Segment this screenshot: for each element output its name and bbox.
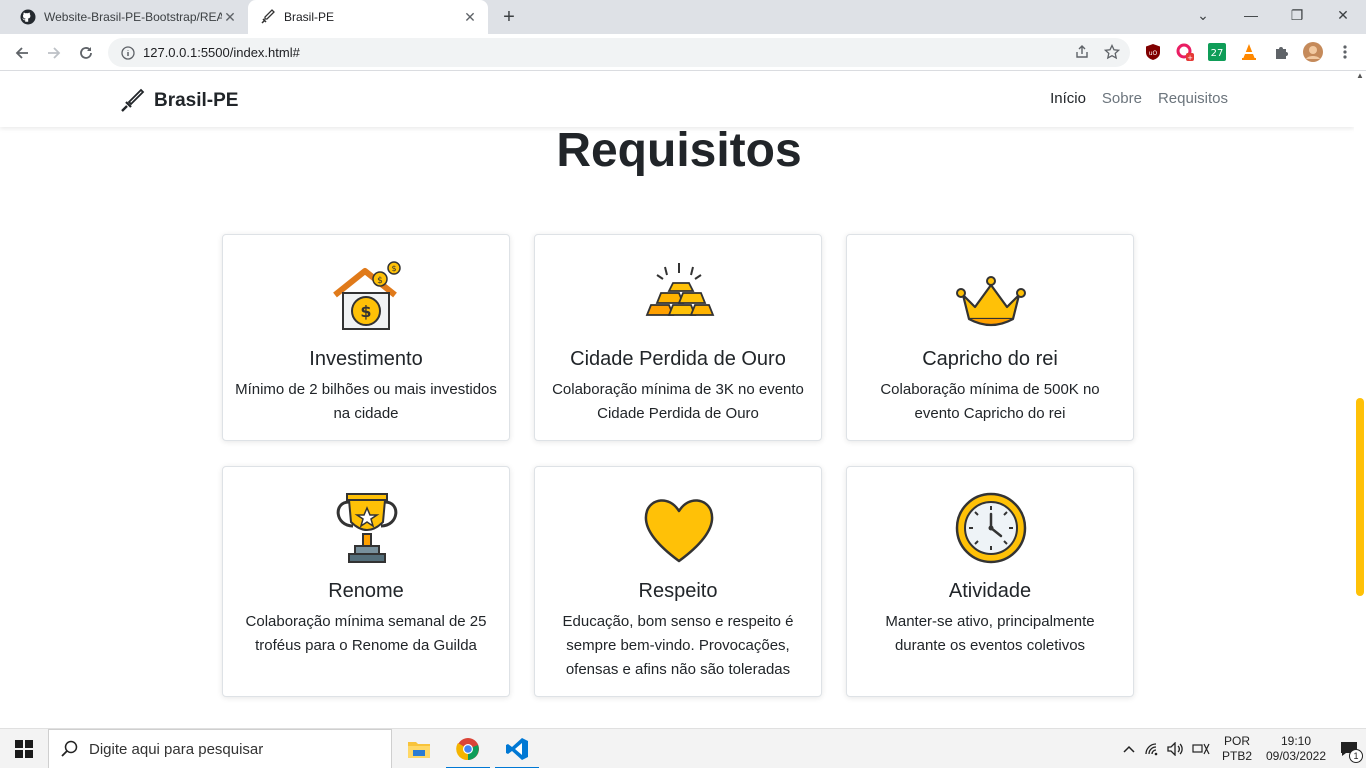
requirement-card: Capricho do rei Colaboração mínima de 50… (846, 234, 1134, 441)
card-text: Educação, bom senso e respeito é sempre … (562, 613, 794, 678)
requirement-card: Cidade Perdida de Ouro Colaboração mínim… (534, 234, 822, 441)
card-title: Respeito (638, 580, 718, 602)
close-tab-icon[interactable]: ✕ (462, 9, 478, 25)
search-placeholder: Digite aqui para pesquisar (89, 740, 264, 758)
github-icon (20, 9, 36, 25)
window-controls: ⌄ — ❐ ✕ (1178, 0, 1366, 34)
restore-button[interactable]: ❐ (1274, 0, 1320, 30)
url-text: 127.0.0.1:5500/index.html# (143, 45, 300, 60)
house-coins-icon: $ $ $ (333, 261, 401, 330)
tab-strip: Website-Brasil-PE-Bootstrap/REA ✕ Brasil… (0, 0, 1366, 34)
nav-link-sobre[interactable]: Sobre (1102, 90, 1142, 107)
wifi-icon[interactable] (1140, 729, 1164, 768)
crown-icon (956, 276, 1026, 327)
card-title: Renome (328, 580, 404, 602)
keyboard-layout: PTB2 (1221, 749, 1252, 763)
tab-title: Website-Brasil-PE-Bootstrap/REA (44, 10, 222, 24)
heart-icon (644, 499, 714, 563)
browser-toolbar: 127.0.0.1:5500/index.html# uO + 27 (0, 34, 1366, 71)
scrollbar-thumb[interactable] (1356, 398, 1364, 596)
forward-button[interactable] (41, 40, 67, 66)
requirement-card: $ $ $ Investimento Mínimo de 2 bilhões o… (222, 234, 510, 441)
svg-text:$: $ (391, 264, 396, 273)
gold-bars-icon (645, 263, 715, 316)
sword-icon (260, 9, 276, 25)
close-window-button[interactable]: ✕ (1320, 0, 1366, 30)
svg-text:27: 27 (1211, 48, 1224, 59)
clock[interactable]: 19:10 09/03/2022 (1260, 729, 1332, 768)
nav-links: Início Sobre Requisitos (1050, 90, 1228, 107)
requirement-card: Renome Colaboração mínima semanal de 25 … (222, 466, 510, 697)
system-tray: POR PTB2 19:10 09/03/2022 1 (1118, 729, 1366, 768)
extensions-puzzle-icon[interactable] (1270, 41, 1292, 63)
brand-name: Brasil-PE (154, 90, 239, 111)
notification-count: 1 (1349, 749, 1363, 763)
new-tab-button[interactable]: + (498, 6, 520, 28)
svg-text:+: + (1187, 54, 1193, 62)
nav-link-requisitos[interactable]: Requisitos (1158, 90, 1228, 107)
chrome-menu-icon[interactable] (1334, 41, 1356, 63)
bookmark-star-icon[interactable] (1103, 43, 1121, 65)
ublock-icon[interactable]: uO (1142, 41, 1164, 63)
tab-github[interactable]: Website-Brasil-PE-Bootstrap/REA ✕ (8, 0, 248, 34)
taskbar: Digite aqui para pesquisar POR PTB2 19:1… (0, 728, 1366, 768)
site-navbar: Brasil-PE Início Sobre Requisitos (0, 71, 1354, 127)
volume-icon[interactable] (1164, 729, 1188, 768)
clock-date: 09/03/2022 (1265, 749, 1327, 763)
reload-button[interactable] (73, 40, 99, 66)
search-icon (61, 740, 78, 757)
address-bar[interactable]: 127.0.0.1:5500/index.html# (108, 38, 1130, 67)
vscode-taskbar-icon[interactable] (493, 729, 541, 768)
nav-link-inicio[interactable]: Início (1050, 90, 1086, 107)
profile-avatar[interactable] (1302, 41, 1324, 63)
page-viewport: Brasil-PE Início Sobre Requisitos ▲ Requ… (0, 71, 1366, 728)
windows-logo-icon (15, 740, 33, 758)
extension-red-icon[interactable]: + (1174, 41, 1196, 63)
language-indicator[interactable]: POR PTB2 (1214, 729, 1260, 768)
card-text: Colaboração mínima de 3K no evento Cidad… (552, 381, 804, 422)
clock-time: 19:10 (1280, 734, 1312, 748)
network-icon[interactable] (1188, 729, 1214, 768)
page-scrollbar[interactable]: ▲ (1354, 71, 1366, 728)
extension-27-icon[interactable]: 27 (1206, 41, 1228, 63)
notifications-button[interactable]: 1 (1332, 729, 1366, 768)
show-hidden-icons-chevron-icon[interactable] (1118, 729, 1140, 768)
card-title: Capricho do rei (922, 348, 1058, 370)
taskbar-search-input[interactable]: Digite aqui para pesquisar (48, 729, 392, 768)
card-text: Colaboração mínima de 500K no evento Cap… (880, 381, 1100, 422)
close-tab-icon[interactable]: ✕ (222, 9, 238, 25)
svg-text:$: $ (360, 302, 371, 321)
requirement-card: Respeito Educação, bom senso e respeito … (534, 466, 822, 697)
card-text: Colaboração mínima semanal de 25 troféus… (245, 613, 487, 654)
card-title: Atividade (948, 580, 1032, 602)
card-text: Manter-se ativo, principalmente durante … (885, 613, 1095, 654)
info-icon[interactable] (120, 45, 136, 61)
tab-title: Brasil-PE (284, 10, 335, 24)
tab-search-icon[interactable]: ⌄ (1178, 0, 1228, 30)
vlc-icon[interactable] (1238, 41, 1260, 63)
share-icon[interactable] (1074, 44, 1090, 65)
back-button[interactable] (9, 40, 35, 66)
sword-icon (121, 88, 145, 112)
card-title: Investimento (309, 348, 423, 370)
card-title: Cidade Perdida de Ouro (570, 348, 786, 370)
trophy-icon (336, 493, 398, 563)
section-title: Requisitos (556, 124, 802, 177)
minimize-button[interactable]: — (1228, 0, 1274, 30)
brand[interactable]: Brasil-PE (118, 87, 238, 115)
svg-text:uO: uO (1149, 50, 1158, 57)
requirement-card: Atividade Manter-se ativo, principalment… (846, 466, 1134, 697)
scroll-up-arrow-icon[interactable]: ▲ (1354, 71, 1366, 85)
windows-start-button[interactable] (0, 729, 48, 768)
card-text: Mínimo de 2 bilhões ou mais investidos n… (235, 381, 497, 422)
svg-text:$: $ (377, 276, 383, 286)
language-code: POR (1223, 734, 1250, 748)
file-explorer-icon[interactable] (395, 729, 443, 768)
chrome-taskbar-icon[interactable] (444, 729, 492, 768)
tab-brasil-pe[interactable]: Brasil-PE ✕ (248, 0, 488, 34)
clock-icon (955, 492, 1027, 564)
